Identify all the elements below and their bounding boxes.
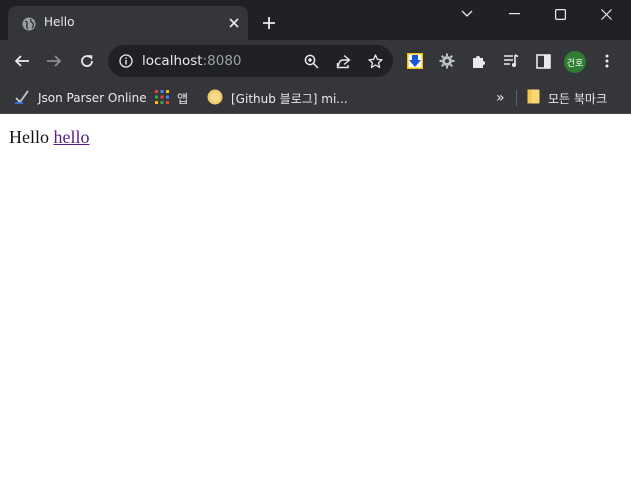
bookmark-label: Json Parser Online: [38, 91, 147, 105]
site-info-icon[interactable]: [115, 50, 137, 72]
forward-button[interactable]: [41, 48, 67, 74]
folder-icon: [527, 89, 540, 107]
maximize-button[interactable]: [537, 0, 583, 28]
tab-search-chevron-icon[interactable]: [444, 0, 490, 28]
page-text-line: Hello hello: [9, 127, 90, 148]
github-blog-icon: [207, 89, 223, 108]
minimize-button[interactable]: [491, 0, 537, 28]
globe-icon: [22, 16, 36, 31]
bookmark-label: [Github 블로그] mi...: [231, 91, 348, 106]
back-button[interactable]: [9, 48, 35, 74]
bookmark-json-parser[interactable]: Json Parser Online: [14, 87, 147, 109]
close-window-button[interactable]: [583, 0, 629, 28]
tab-hello[interactable]: Hello: [8, 6, 248, 40]
media-control-icon[interactable]: [498, 48, 524, 74]
share-icon[interactable]: [332, 50, 354, 72]
bookmark-label: 모든 북마크: [548, 91, 608, 106]
settings-gear-extension-icon[interactable]: [434, 48, 460, 74]
tab-close-icon[interactable]: [224, 13, 244, 33]
zoom-icon[interactable]: [300, 50, 322, 72]
page-content: Hello hello: [0, 115, 631, 477]
bookmarks-divider: [516, 90, 517, 106]
json-parser-icon: [14, 89, 30, 108]
url-text: localhost:8080: [142, 53, 242, 69]
new-tab-button[interactable]: [258, 12, 280, 34]
all-bookmarks-folder[interactable]: 모든 북마크: [527, 87, 607, 109]
hello-text: Hello: [9, 127, 49, 147]
bookmarks-overflow-button[interactable]: »: [496, 87, 505, 109]
bookmark-label: 앱: [177, 91, 189, 106]
hello-link[interactable]: hello: [54, 127, 90, 147]
bookmark-github-blog[interactable]: [Github 블로그] mi...: [207, 87, 348, 109]
side-panel-icon[interactable]: [530, 48, 556, 74]
address-bar[interactable]: localhost:8080: [108, 45, 393, 77]
title-bar: Hello: [0, 0, 631, 40]
reload-button[interactable]: [74, 48, 100, 74]
apps-grid-icon: [155, 89, 169, 107]
profile-avatar[interactable]: 건호: [564, 51, 586, 73]
more-menu-icon[interactable]: [594, 48, 620, 74]
bookmark-star-icon[interactable]: [364, 50, 386, 72]
bookmark-apps[interactable]: 앱: [155, 87, 188, 109]
extensions-puzzle-icon[interactable]: [466, 48, 492, 74]
tab-title: Hello: [44, 15, 75, 29]
download-extension-icon[interactable]: [402, 48, 428, 74]
browser-toolbar: localhost:8080 건호: [0, 40, 631, 82]
bookmarks-bar: Json Parser Online 앱 [Github 블로그] mi... …: [0, 82, 631, 114]
